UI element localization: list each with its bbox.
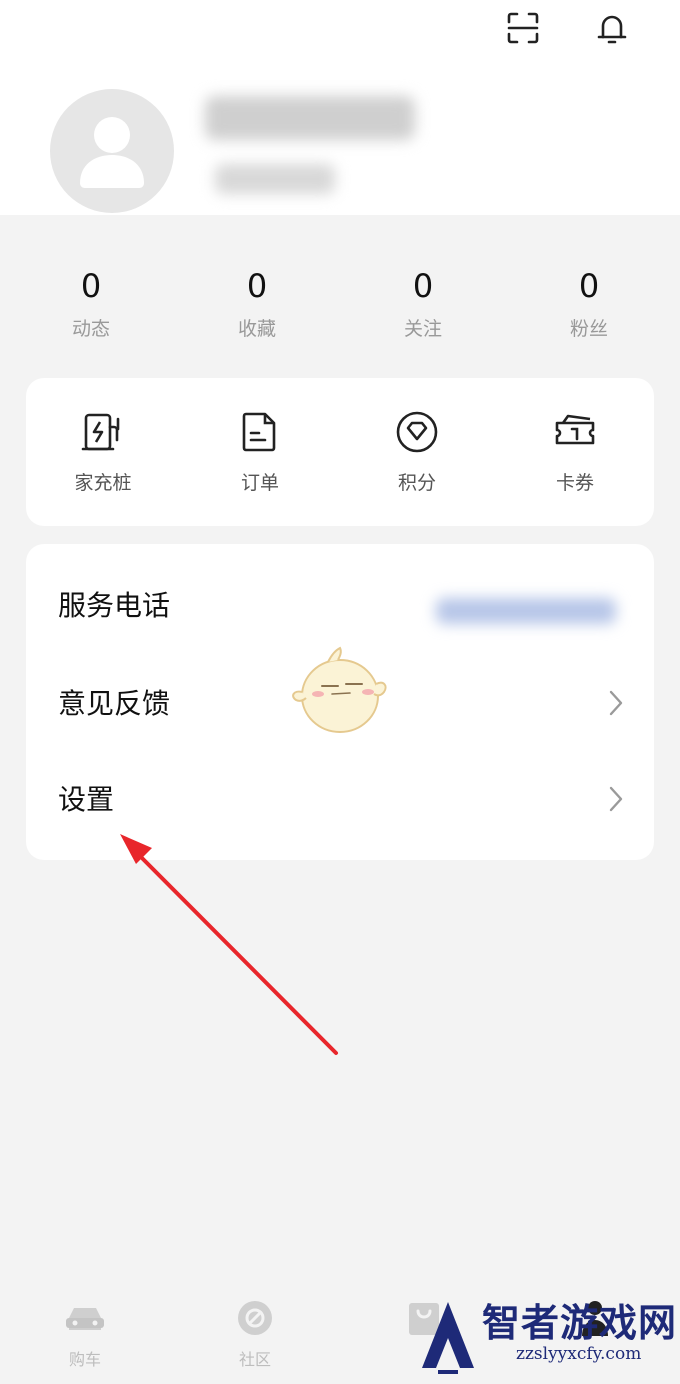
chevron-right-icon [609,690,623,716]
stat-following[interactable]: 0 关注 [363,262,483,346]
watermark: 智者游戏网 zzslyyxcfy.com [418,1290,680,1384]
stat-followers[interactable]: 0 粉丝 [529,262,649,346]
user-subtitle-blurred [215,164,335,194]
charger-icon [81,413,120,451]
tab-label: 社区 [238,1350,271,1369]
order-icon [242,412,276,452]
stat-favorites[interactable]: 0 收藏 [197,262,317,346]
stat-value: 0 [578,267,600,305]
stats-row: 0 动态 0 收藏 0 关注 0 粉丝 [0,262,680,352]
quick-label: 卡券 [555,472,594,494]
quick-coupons[interactable]: 卡券 [515,408,635,495]
car-icon [66,1308,104,1330]
tab-buy-car[interactable]: 购车 [35,1298,135,1370]
watermark-url: zzslyyxcfy.com [516,1344,642,1364]
menu-label: 设置 [58,783,115,816]
bell-icon[interactable] [592,8,632,48]
mascot-sticker [292,646,387,733]
quick-points[interactable]: 积分 [357,408,477,495]
stat-value: 0 [412,267,434,305]
watermark-brand: 智者游戏网 [482,1301,678,1345]
stat-posts[interactable]: 0 动态 [31,262,151,346]
points-icon [396,411,438,453]
user-icon [80,117,144,188]
avatar[interactable] [50,89,174,213]
stat-value: 0 [246,267,268,305]
stat-value: 0 [80,267,102,305]
community-icon [238,1301,272,1335]
quick-label: 订单 [240,472,279,494]
stat-label: 收藏 [237,318,276,340]
stat-label: 动态 [71,318,110,340]
quick-actions-card: 家充桩 订单 积分 卡券 [26,378,654,526]
menu-row-settings[interactable]: 设置 [26,750,654,846]
menu-label: 服务电话 [58,589,171,622]
chevron-right-icon [609,786,623,812]
quick-charger[interactable]: 家充桩 [43,408,163,495]
quick-label: 积分 [397,472,436,494]
service-phone-number-blurred[interactable] [436,598,616,624]
tab-community[interactable]: 社区 [205,1298,305,1370]
menu-row-service-phone[interactable]: 服务电话 [26,556,654,652]
stat-label: 关注 [403,318,442,340]
stat-label: 粉丝 [569,318,608,340]
menu-label: 意见反馈 [58,687,171,720]
watermark-logo-icon [422,1302,474,1374]
quick-orders[interactable]: 订单 [200,408,320,495]
quick-label: 家充桩 [74,472,132,494]
username-blurred[interactable] [205,96,415,140]
scan-icon[interactable] [503,8,543,48]
coupon-icon [555,414,595,445]
tab-label: 购车 [68,1350,101,1369]
profile-header [0,0,680,215]
